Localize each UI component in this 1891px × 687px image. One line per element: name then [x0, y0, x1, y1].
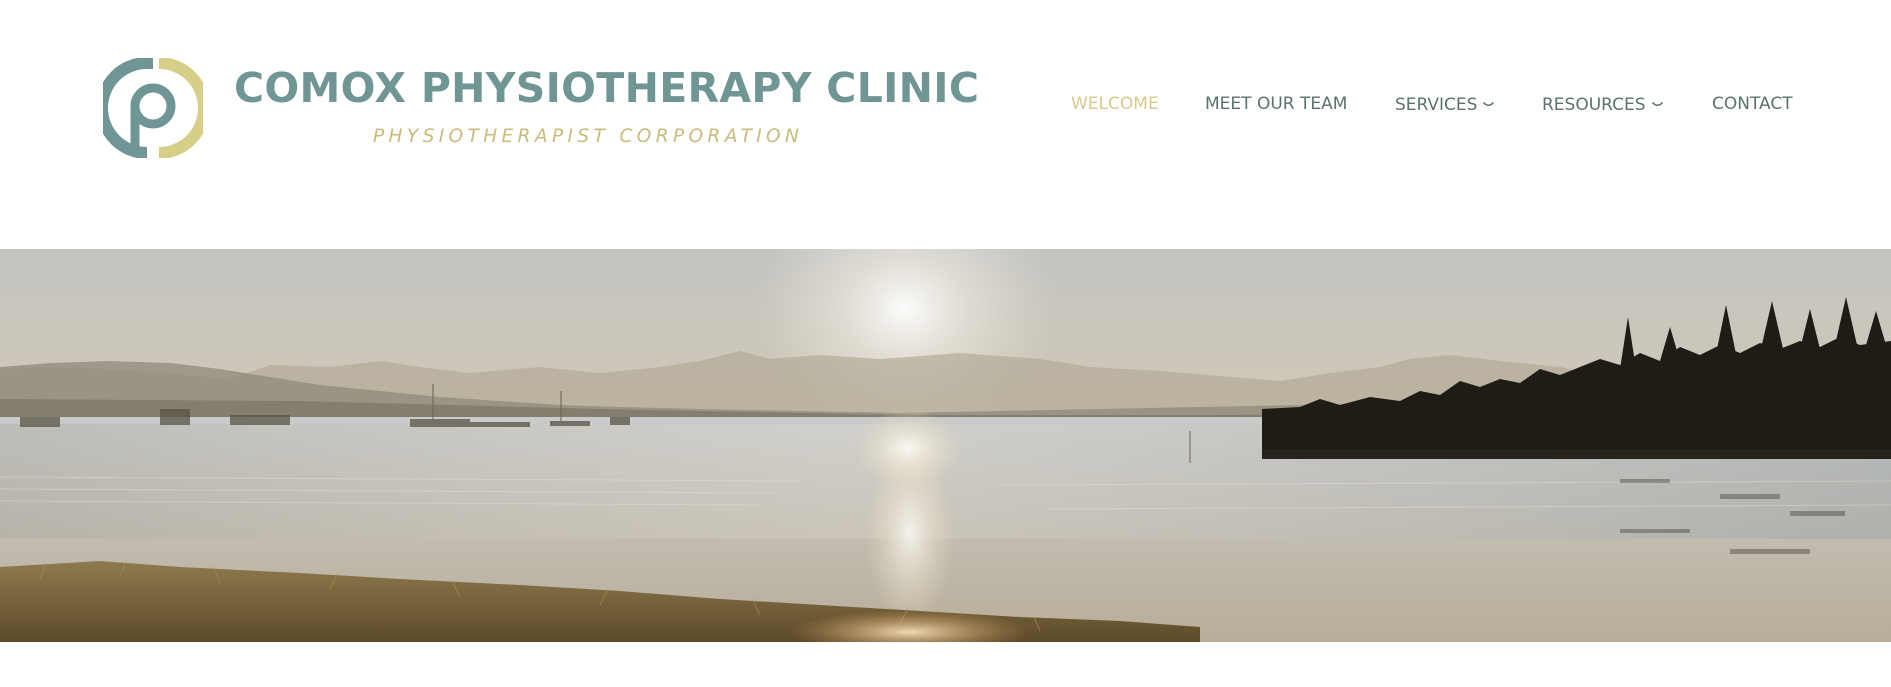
- nav-item-label: WELCOME: [1071, 94, 1159, 114]
- hero-landscape-image: [0, 249, 1891, 642]
- nav-item-label: CONTACT: [1712, 94, 1793, 114]
- nav-item-contact[interactable]: CONTACT: [1712, 94, 1793, 114]
- chevron-down-icon: [1482, 94, 1495, 114]
- hero-banner: [0, 249, 1891, 642]
- page-content-start: [0, 642, 1891, 687]
- main-nav: WELCOME MEET OUR TEAM SERVICES RESOURCES…: [0, 94, 1891, 120]
- chevron-down-icon: [1651, 94, 1664, 114]
- nav-item-label: MEET OUR TEAM: [1205, 94, 1348, 114]
- site-header: COMOX PHYSIOTHERAPY CLINIC PHYSIOTHERAPI…: [0, 0, 1891, 249]
- nav-item-services[interactable]: SERVICES: [1395, 94, 1495, 115]
- nav-item-resources[interactable]: RESOURCES: [1542, 94, 1664, 115]
- clinic-tagline: PHYSIOTHERAPIST CORPORATION: [373, 126, 804, 147]
- nav-item-label: SERVICES: [1395, 95, 1478, 115]
- nav-item-label: RESOURCES: [1542, 95, 1646, 115]
- nav-item-welcome[interactable]: WELCOME: [1071, 94, 1159, 114]
- nav-item-meet-our-team[interactable]: MEET OUR TEAM: [1205, 94, 1347, 114]
